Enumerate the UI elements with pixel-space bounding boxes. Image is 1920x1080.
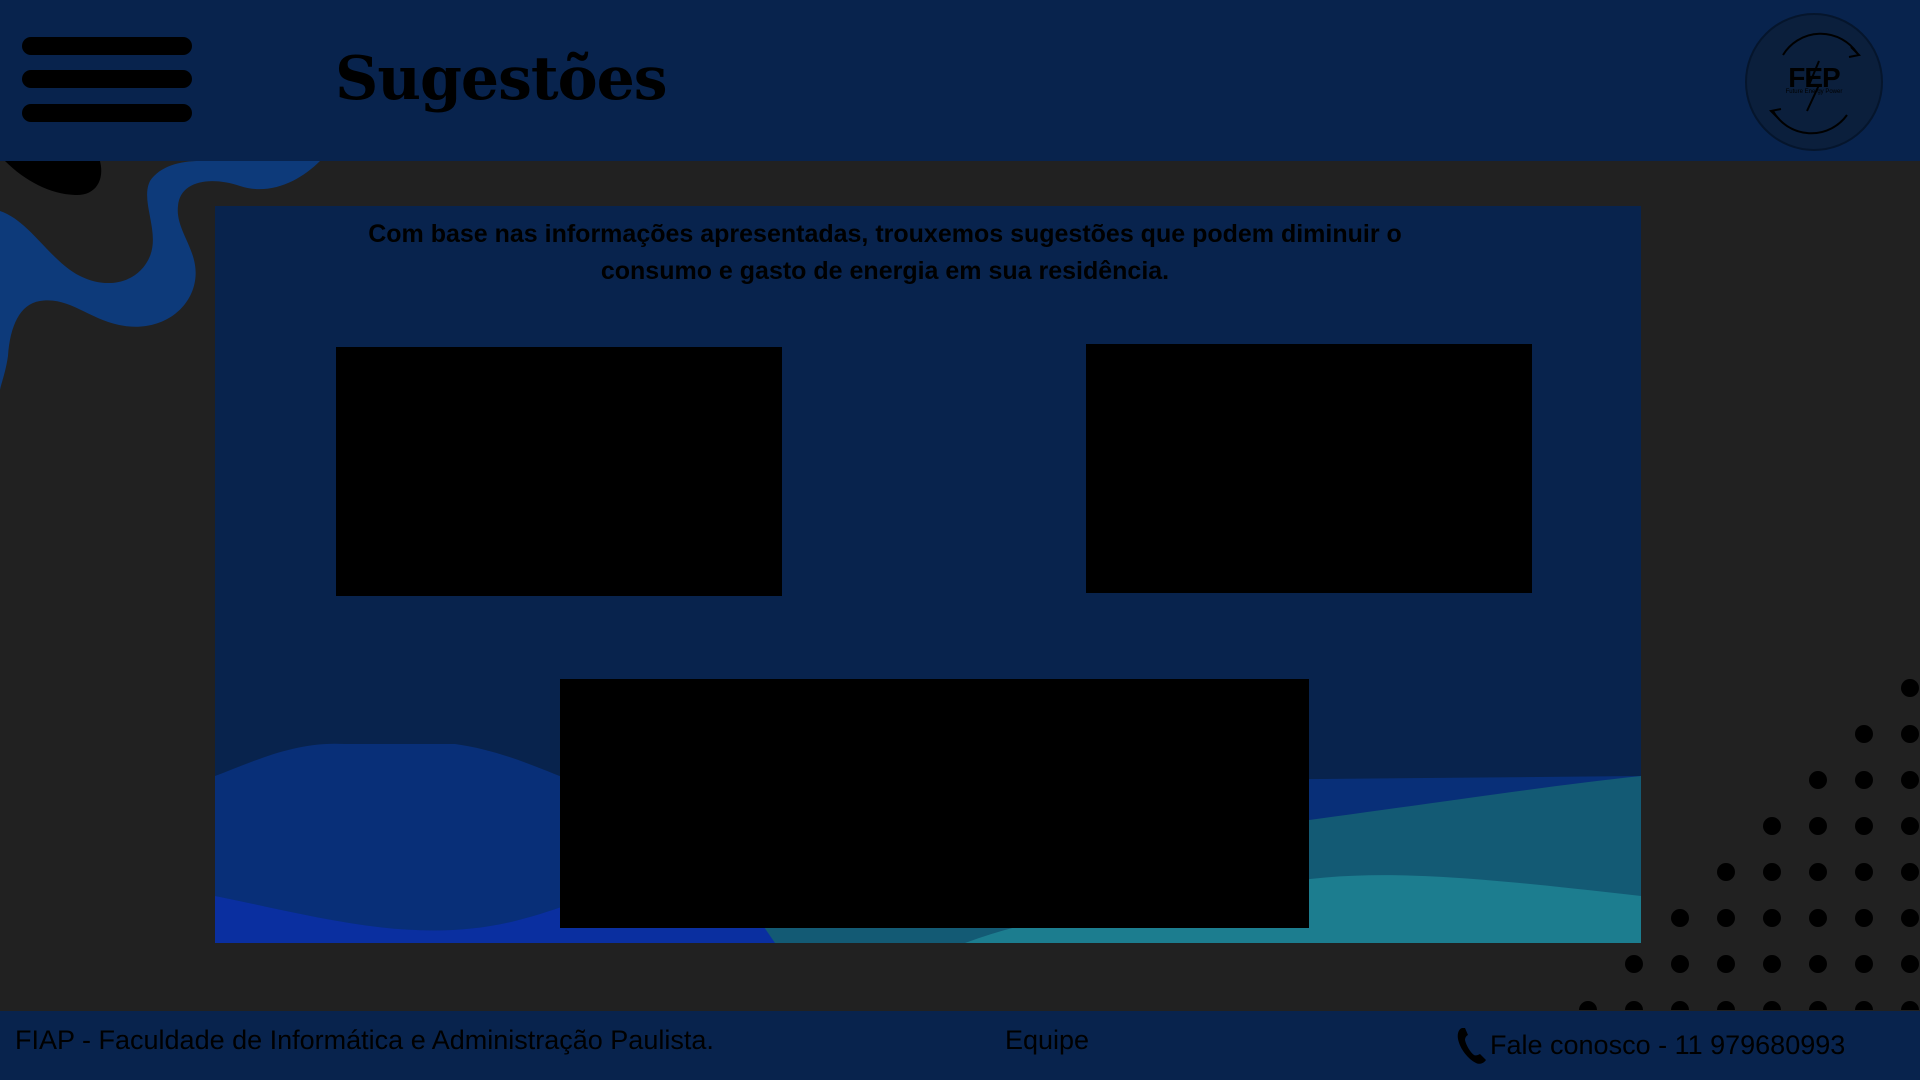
decorative-dot — [1625, 1001, 1643, 1010]
decorative-dot — [1855, 863, 1873, 881]
decorative-dot — [1809, 771, 1827, 789]
decorative-dot — [1855, 909, 1873, 927]
footer-org: FIAP - Faculdade de Informática e Admini… — [15, 1025, 714, 1055]
decorative-dot — [1855, 1001, 1873, 1010]
decorative-dot — [1809, 1001, 1827, 1010]
decorative-dot — [1763, 955, 1781, 973]
decorative-dot — [1763, 1001, 1781, 1010]
decorative-dot — [1809, 817, 1827, 835]
contact-text: Fale conosco - 11 979680993 — [1490, 1029, 1846, 1060]
decorative-dot — [1717, 1001, 1735, 1010]
decorative-dot — [1717, 863, 1735, 881]
decorative-dot — [1901, 1001, 1919, 1010]
decorative-dots — [1579, 679, 1919, 1010]
decorative-dot — [1855, 771, 1873, 789]
decorative-dot — [1855, 817, 1873, 835]
decorative-dot — [1625, 955, 1643, 973]
decorative-dot — [1809, 909, 1827, 927]
decorative-dot — [1579, 1001, 1597, 1010]
decorative-dot — [1809, 863, 1827, 881]
decorative-dot — [1901, 909, 1919, 927]
suggestion-card-3 — [560, 679, 1309, 928]
decorative-dot — [1855, 725, 1873, 743]
suggestion-card-1 — [336, 347, 782, 596]
decorative-dot — [1763, 909, 1781, 927]
footer: FIAP - Faculdade de Informática e Admini… — [0, 1011, 1920, 1080]
suggestion-card-2 — [1086, 344, 1532, 593]
decorative-dot — [1901, 955, 1919, 973]
hamburger-menu-icon[interactable] — [22, 37, 192, 125]
intro-text: Com base nas informações apresentadas, t… — [368, 220, 1402, 285]
decorative-dot — [1901, 863, 1919, 881]
decorative-dot — [1717, 909, 1735, 927]
decorative-dot — [1901, 679, 1919, 697]
decorative-dot — [1763, 863, 1781, 881]
decorative-dot — [1809, 955, 1827, 973]
footer-contact[interactable]: Fale conosco - 11 979680993 — [1456, 1025, 1845, 1065]
decorative-dot — [1717, 955, 1735, 973]
decorative-dot — [1855, 955, 1873, 973]
decorative-dot — [1671, 955, 1689, 973]
decorative-dot — [1671, 1001, 1689, 1010]
decorative-dot — [1901, 725, 1919, 743]
logo-subtitle: Future Energy Power — [1785, 89, 1843, 95]
phone-icon — [1457, 1028, 1486, 1064]
top-header: Sugestões FEP Future Energy Power — [0, 0, 1920, 161]
decorative-dot — [1901, 771, 1919, 789]
fep-logo: FEP Future Energy Power — [1745, 13, 1883, 151]
decorative-dot — [1763, 817, 1781, 835]
footer-team-link[interactable]: Equipe — [1005, 1025, 1089, 1056]
decorative-dot — [1671, 909, 1689, 927]
page-title: Sugestões — [335, 44, 668, 114]
suggestions-panel: Com base nas informações apresentadas, t… — [215, 206, 1641, 943]
decorative-dot — [1901, 817, 1919, 835]
